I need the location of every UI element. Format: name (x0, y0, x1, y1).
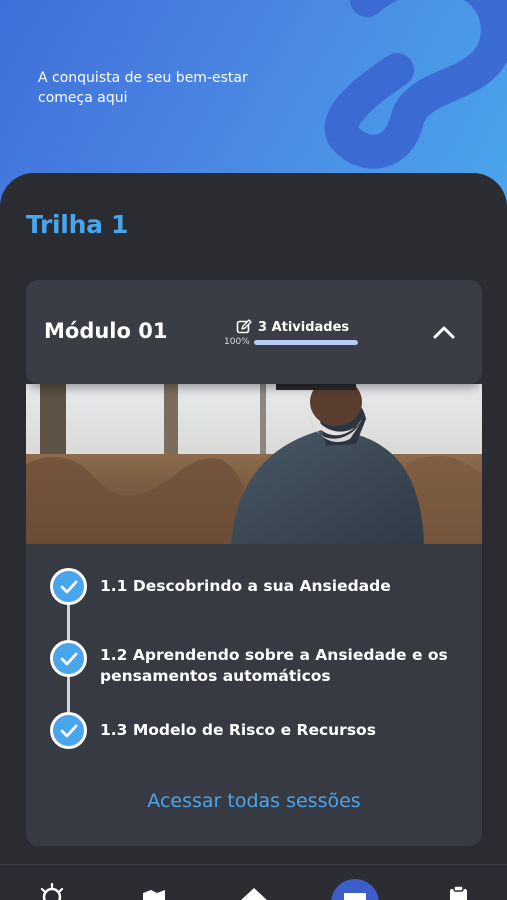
hero-tagline: A conquista de seu bem-estar começa aqui (38, 70, 248, 106)
lightbulb-icon (40, 882, 64, 900)
nav-item-sessions[interactable] (330, 865, 380, 900)
activities-label: 3 Atividades (258, 319, 350, 335)
clipboard-icon (450, 885, 467, 900)
check-circle-icon (50, 712, 87, 749)
decorative-swirl-graphic (324, 0, 507, 169)
chevron-up-icon (433, 326, 455, 339)
couch-icon (331, 879, 379, 900)
home-icon (241, 888, 267, 900)
lesson-list: 1.1 Descobrindo a sua Ansiedade 1.2 Apre… (26, 544, 482, 844)
check-circle-icon (50, 640, 87, 677)
map-icon (143, 890, 165, 900)
access-all-sessions-link[interactable]: Acessar todas sessões (26, 790, 482, 812)
check-circle-icon (50, 568, 87, 605)
module-title: Módulo 01 (44, 319, 168, 343)
module-cover-image (26, 384, 482, 544)
module-progress-bar (254, 340, 358, 345)
lesson-title: 1.1 Descobrindo a sua Ansiedade (100, 577, 391, 595)
module-panel: Módulo 01 3 Atividades 100% 1.1 Descobri… (26, 280, 482, 846)
nav-item-insights[interactable] (32, 865, 72, 900)
lesson-title: 1.2 Aprendendo sobre a Ansiedade e os pe… (100, 646, 448, 685)
module-header[interactable]: Módulo 01 3 Atividades 100% (26, 280, 482, 384)
nav-item-tasks[interactable] (438, 865, 478, 900)
edit-icon (236, 319, 252, 334)
trail-title: Trilha 1 (26, 210, 129, 239)
lesson-title: 1.3 Modelo de Risco e Recursos (100, 721, 376, 739)
nav-item-home[interactable] (234, 865, 274, 900)
bottom-navigation (0, 864, 507, 900)
progress-percent: 100% (224, 337, 250, 347)
nav-item-map[interactable] (134, 865, 174, 900)
module-cover-illustration (26, 384, 482, 544)
module-progress-fill (254, 340, 358, 345)
activities-count: 3 Atividades (236, 317, 361, 337)
collapse-button[interactable] (430, 318, 458, 346)
